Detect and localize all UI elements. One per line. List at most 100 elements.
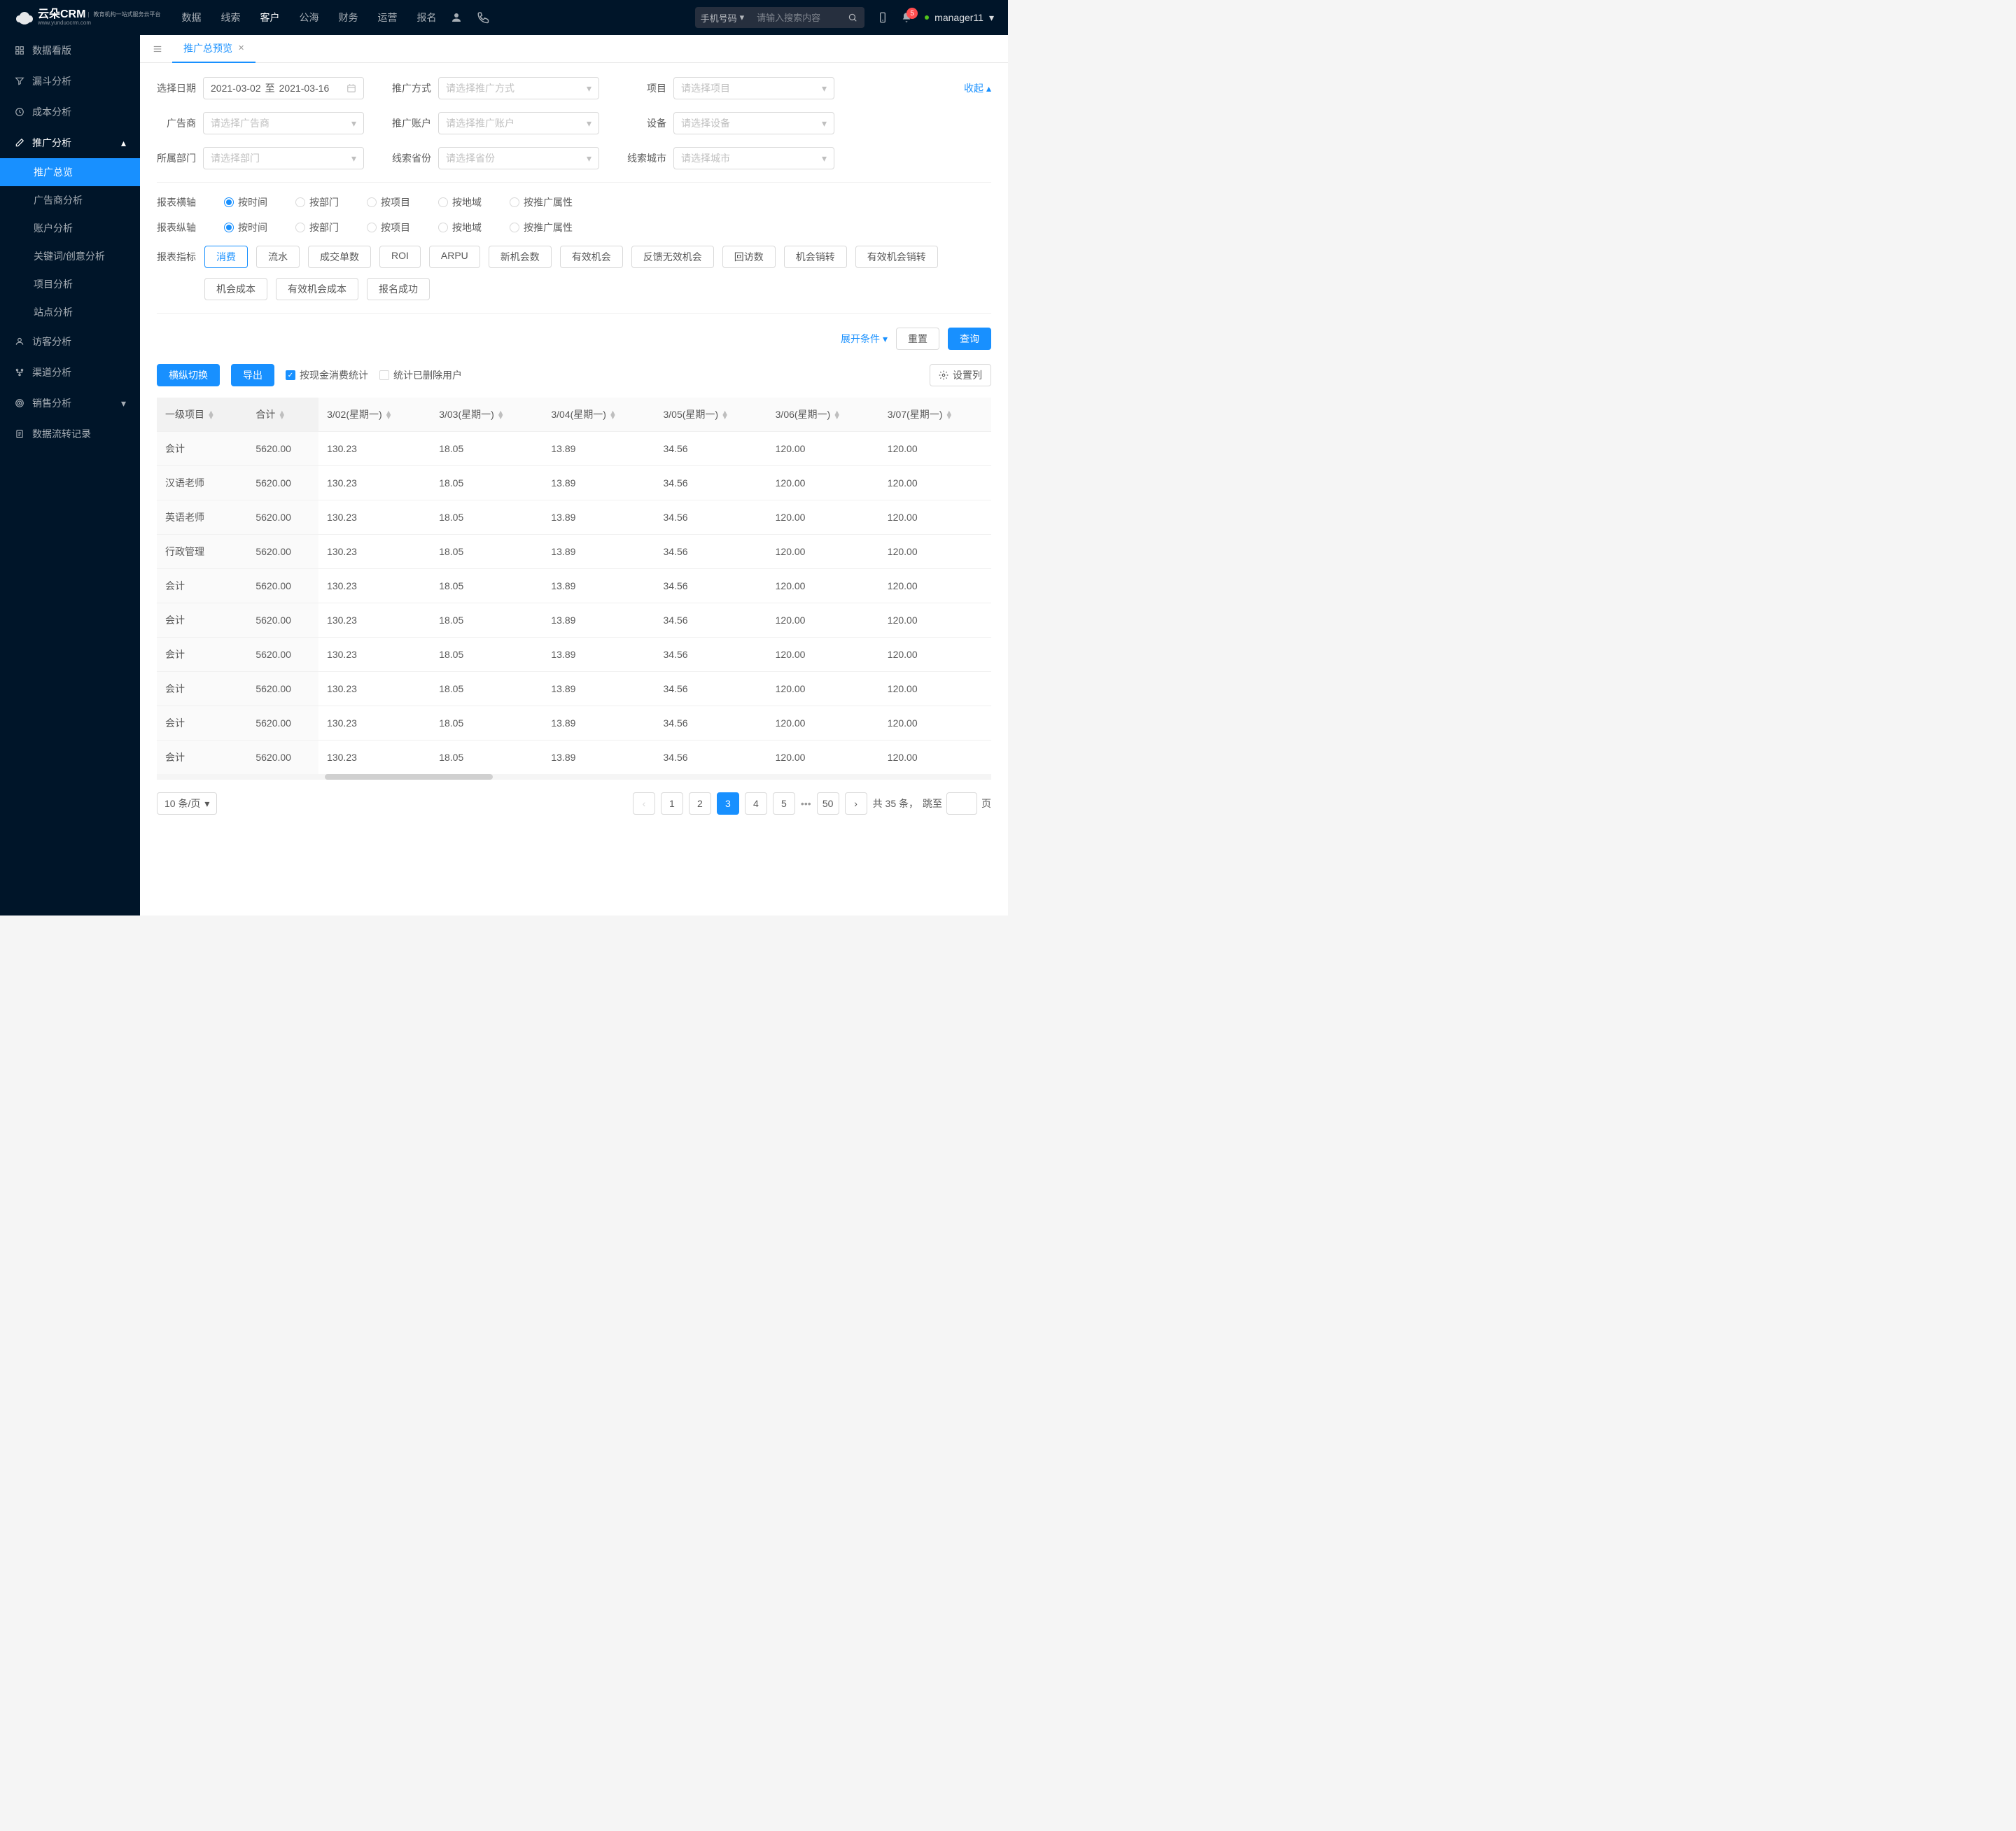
date-range-picker[interactable]: 2021-03-02 至 2021-03-16 [203,77,364,99]
sidebar-subitem[interactable]: 广告商分析 [0,186,140,214]
scrollbar-thumb[interactable] [325,774,493,780]
metric-tag[interactable]: 机会成本 [204,278,267,300]
page-button[interactable]: 50 [817,792,839,815]
close-icon[interactable]: ✕ [238,43,244,52]
table-header[interactable]: 3/05(星期一)▲▼ [655,398,767,432]
page-size-select[interactable]: 10 条/页▾ [157,792,217,815]
axis-radio[interactable]: 按时间 [224,195,267,209]
table-header[interactable]: 3/06(星期一)▲▼ [767,398,879,432]
sidebar-item[interactable]: 漏斗分析 [0,66,140,97]
axis-radio[interactable]: 按地域 [438,220,482,234]
metric-tag[interactable]: 成交单数 [308,246,371,268]
export-button[interactable]: 导出 [231,364,274,386]
expand-conditions-link[interactable]: 展开条件▾ [841,332,888,346]
axis-radio[interactable]: 按地域 [438,195,482,209]
search-type-select[interactable]: 手机号码 ▾ [695,7,750,28]
sidebar-subitem[interactable]: 关键词/创意分析 [0,242,140,270]
table-cell: 18.05 [430,500,542,535]
search-button[interactable] [841,7,864,28]
bell-icon[interactable]: 5 [901,12,912,23]
page-jump-input[interactable] [946,792,977,815]
horizontal-scrollbar[interactable] [157,774,991,780]
page-button[interactable]: 2 [689,792,711,815]
sidebar-item[interactable]: 数据看版 [0,35,140,66]
province-select[interactable]: 请选择省份▾ [438,147,599,169]
tabs-menu-icon[interactable] [148,44,167,54]
axis-radio[interactable]: 按推广属性 [510,195,573,209]
next-page-button[interactable]: › [845,792,867,815]
sidebar-subitem[interactable]: 站点分析 [0,298,140,326]
deleted-users-checkbox[interactable]: 统计已删除用户 [379,368,462,382]
axis-radio[interactable]: 按项目 [367,220,410,234]
sidebar-item[interactable]: 渠道分析 [0,357,140,388]
mobile-icon[interactable] [877,12,888,23]
metric-tag[interactable]: 流水 [256,246,300,268]
query-button[interactable]: 查询 [948,328,991,350]
page-button[interactable]: 3 [717,792,739,815]
sidebar-item[interactable]: 推广分析▴ [0,127,140,158]
sidebar-item[interactable]: 销售分析▾ [0,388,140,419]
sidebar-item[interactable]: 访客分析 [0,326,140,357]
project-select[interactable]: 请选择项目▾ [673,77,834,99]
page-button[interactable]: 5 [773,792,795,815]
metric-tag[interactable]: 有效机会销转 [855,246,938,268]
logo-url: www.yunduocrm.com [38,20,160,26]
department-select[interactable]: 请选择部门▾ [203,147,364,169]
axis-radio[interactable]: 按时间 [224,220,267,234]
column-settings-button[interactable]: 设置列 [930,364,991,386]
metric-tag[interactable]: 消费 [204,246,248,268]
metric-tag[interactable]: ROI [379,246,421,268]
search-input[interactable] [750,7,841,28]
page-button[interactable]: 1 [661,792,683,815]
axis-radio[interactable]: 按推广属性 [510,220,573,234]
sidebar-item[interactable]: 数据流转记录 [0,419,140,449]
city-select[interactable]: 请选择城市▾ [673,147,834,169]
axis-radio[interactable]: 按部门 [295,195,339,209]
metric-tag[interactable]: 机会销转 [784,246,847,268]
axis-radio[interactable]: 按项目 [367,195,410,209]
metric-tag[interactable]: 反馈无效机会 [631,246,714,268]
sidebar-subitem[interactable]: 账户分析 [0,214,140,242]
metric-tag[interactable]: 报名成功 [367,278,430,300]
table-header[interactable]: 3/02(星期一)▲▼ [318,398,430,432]
sidebar-subitem[interactable]: 项目分析 [0,270,140,298]
sidebar-subitem[interactable]: 推广总览 [0,158,140,186]
user-menu[interactable]: manager11 ▾ [925,12,994,24]
cash-stats-checkbox[interactable]: 按现金消费统计 [286,368,368,382]
table-header[interactable]: 3/04(星期一)▲▼ [542,398,654,432]
user-icon[interactable] [450,11,463,24]
reset-button[interactable]: 重置 [896,328,939,350]
axis-radio[interactable]: 按部门 [295,220,339,234]
metric-tag[interactable]: 有效机会成本 [276,278,358,300]
metric-tag[interactable]: ARPU [429,246,480,268]
table-header[interactable]: 一级项目▲▼ [157,398,247,432]
metric-tag[interactable]: 回访数 [722,246,776,268]
tab-promotion-overview[interactable]: 推广总预览 ✕ [172,35,255,63]
nav-item[interactable]: 报名 [416,10,436,24]
table-header[interactable]: 3/07(星期一)▲▼ [879,398,991,432]
logo[interactable]: 云朵CRM 教育机构一站式服务云平台 www.yunduocrm.com [14,9,160,26]
page-button[interactable]: 4 [745,792,767,815]
metric-tag[interactable]: 有效机会 [560,246,623,268]
nav-item[interactable]: 数据 [181,10,201,24]
advertiser-select[interactable]: 请选择广告商▾ [203,112,364,134]
table-cell: 会计 [157,432,247,466]
nav-item[interactable]: 财务 [338,10,358,24]
metric-tag[interactable]: 新机会数 [489,246,552,268]
phone-icon[interactable] [477,11,489,24]
table-cell: 13.89 [542,500,654,535]
device-select[interactable]: 请选择设备▾ [673,112,834,134]
nav-item[interactable]: 运营 [377,10,397,24]
switch-button[interactable]: 横纵切换 [157,364,220,386]
nav-item[interactable]: 客户 [260,10,279,24]
collapse-link[interactable]: 收起▴ [964,81,991,95]
nav-item[interactable]: 公海 [299,10,318,24]
prev-page-button[interactable]: ‹ [633,792,655,815]
nav-item[interactable]: 线索 [220,10,240,24]
sidebar-item[interactable]: 成本分析 [0,97,140,127]
method-select[interactable]: 请选择推广方式▾ [438,77,599,99]
account-select[interactable]: 请选择推广账户▾ [438,112,599,134]
table-cell: 5620.00 [247,466,318,500]
table-header[interactable]: 合计▲▼ [247,398,318,432]
table-header[interactable]: 3/03(星期一)▲▼ [430,398,542,432]
